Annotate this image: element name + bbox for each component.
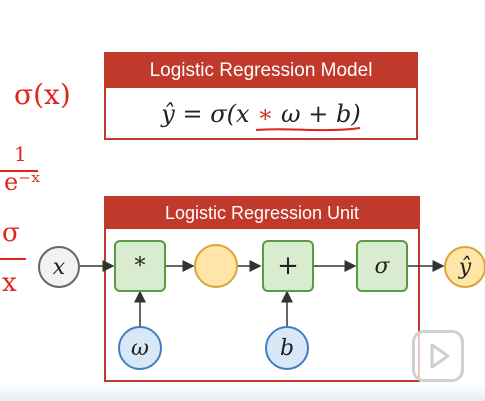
bias-b-node: b (265, 326, 309, 370)
play-button[interactable] (412, 330, 464, 382)
multiply-node: * (114, 240, 166, 292)
weight-omega-node: ω (118, 326, 162, 370)
add-node: + (262, 240, 314, 292)
sigmoid-node: σ (356, 240, 408, 292)
input-x-node: x (38, 246, 80, 288)
play-icon (430, 343, 450, 369)
output-y-node: ŷ (444, 246, 485, 288)
bottom-strip (0, 383, 485, 401)
intermediate-node (194, 244, 238, 288)
